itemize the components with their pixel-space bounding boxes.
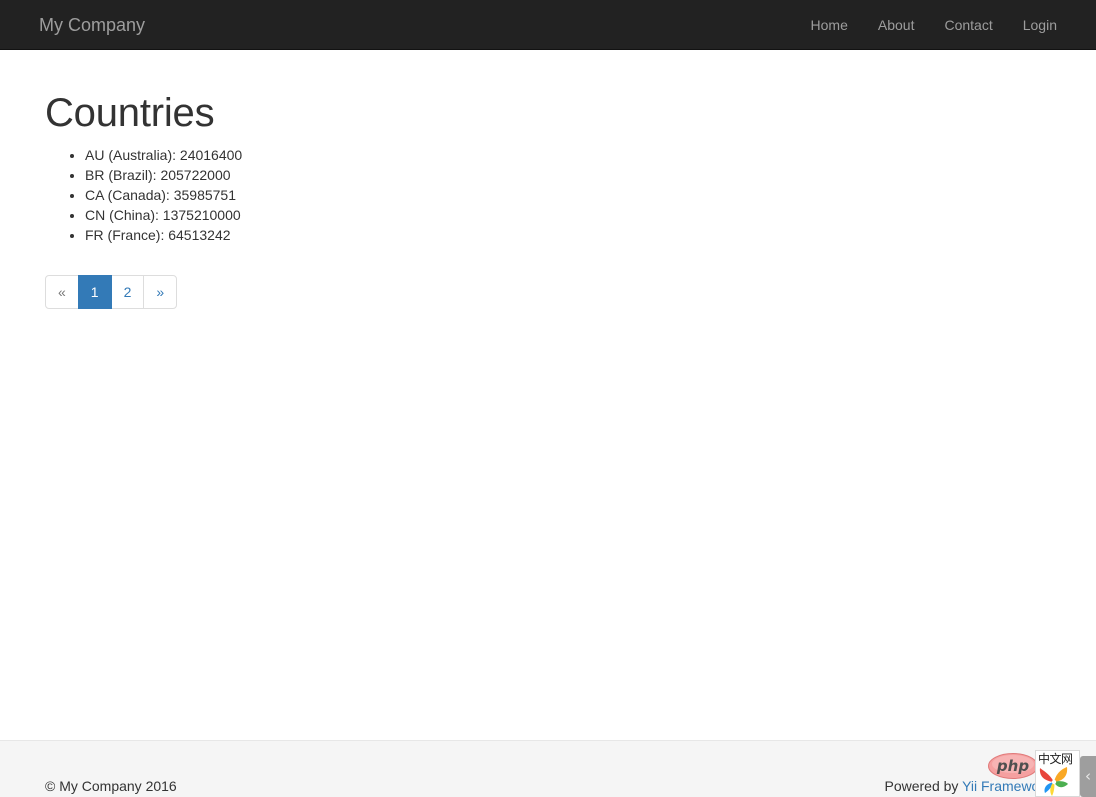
content-wrapper: Countries AU (Australia): 24016400 BR (B… [30,91,1066,329]
php-cn-label: 中文网 [1038,752,1080,767]
nav-item-login: Login [1008,0,1072,50]
nav-link-home[interactable]: Home [796,0,863,50]
footer-powered-by-label: Powered by [884,778,962,794]
page-title: Countries [45,91,1051,135]
footer-copyright: © My Company 2016 [45,776,177,796]
php-logo-icon: php [988,753,1038,779]
list-item: BR (Brazil): 205722000 [85,165,1051,185]
footer-container: © My Company 2016 Powered by Yii Framewo… [30,741,1066,797]
pagination-page-2-link[interactable]: 2 [111,275,145,309]
nav-item-home: Home [796,0,863,50]
main-container: Countries AU (Australia): 24016400 BR (B… [0,50,1096,329]
page-footer: © My Company 2016 Powered by Yii Framewo… [0,740,1096,797]
pagination: « 1 2 » [45,275,177,309]
top-navbar: My Company Home About Contact Login [0,0,1096,50]
chevron-left-icon: ‹ [1080,756,1096,797]
php-cn-watermark-widget[interactable]: php 中文网 ‹ [1035,750,1096,797]
nav-item-contact: Contact [929,0,1007,50]
list-item: AU (Australia): 24016400 [85,145,1051,165]
list-item: CN (China): 1375210000 [85,205,1051,225]
country-list: AU (Australia): 24016400 BR (Brazil): 20… [45,145,1051,245]
nav-link-about[interactable]: About [863,0,930,50]
list-item: FR (France): 64513242 [85,225,1051,245]
watermark-panel[interactable]: 中文网 [1035,750,1080,797]
php-logo-label: php [988,753,1038,779]
leaf-logo-icon [1039,767,1069,797]
navbar-brand[interactable]: My Company [24,0,160,50]
nav-link-login[interactable]: Login [1008,0,1072,50]
nav-link-contact[interactable]: Contact [929,0,1007,50]
pagination-page-1-link[interactable]: 1 [78,275,112,309]
pagination-next-link[interactable]: » [143,275,177,309]
pagination-prev-link[interactable]: « [45,275,79,309]
watermark-collapse-tab[interactable]: ‹ [1080,756,1096,797]
nav-item-about: About [863,0,930,50]
navbar-menu: Home About Contact Login [796,0,1072,50]
navbar-container: My Company Home About Contact Login [23,0,1073,50]
list-item: CA (Canada): 35985751 [85,185,1051,205]
